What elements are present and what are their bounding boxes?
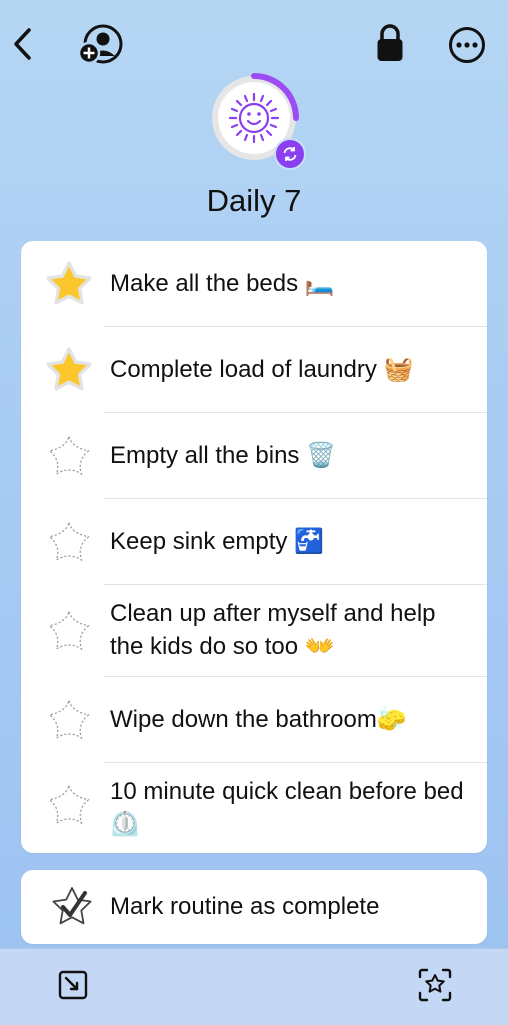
star-checkmark-icon [52,887,92,925]
repeat-badge[interactable] [274,138,306,170]
back-button[interactable] [8,22,38,66]
task-label: 10 minute quick clean before bed ⏲️ [110,778,464,838]
star-filled-icon[interactable] [45,346,93,394]
task-list: Make all the beds 🛏️ Complete load of la… [21,241,487,853]
mark-complete-label: Mark routine as complete [110,893,380,920]
star-filled-icon[interactable] [45,260,93,308]
star-outline-icon[interactable] [45,781,93,829]
star-outline-icon[interactable] [45,607,93,655]
add-user-icon [77,24,123,65]
chevron-left-icon [14,28,31,60]
task-label: Clean up after myself and help the kids … [110,600,436,660]
more-options-button[interactable] [444,22,490,68]
add-user-button[interactable] [76,22,124,66]
task-row[interactable]: Empty all the bins 🗑️ [21,413,487,499]
lock-icon [377,24,403,61]
task-label: Make all the beds 🛏️ [110,270,335,297]
star-outline-icon[interactable] [45,432,93,480]
task-row[interactable]: Keep sink empty 🚰 [21,499,487,585]
star-outline-icon[interactable] [45,696,93,744]
square-arrow-icon [58,970,88,1000]
routine-icon-ring[interactable] [208,72,306,170]
task-label: Wipe down the bathroom🧽 [110,706,407,733]
lock-button[interactable] [370,20,410,66]
task-row[interactable]: Clean up after myself and help the kids … [21,585,487,677]
ellipsis-circle-icon [449,27,485,63]
repeat-icon [283,147,297,161]
task-label: Keep sink empty 🚰 [110,528,324,555]
star-outline-icon[interactable] [45,518,93,566]
task-label: Complete load of laundry 🧺 [110,356,414,383]
mark-complete-button[interactable]: Mark routine as complete [21,870,487,944]
routine-title: Daily 7 [206,183,302,218]
star-scan-button[interactable] [412,963,458,1007]
star-scan-icon [418,968,452,1002]
top-navigation [0,18,508,70]
task-row[interactable]: Wipe down the bathroom🧽 [21,677,487,763]
task-row[interactable]: Complete load of laundry 🧺 [21,327,487,413]
task-label: Empty all the bins 🗑️ [110,442,336,469]
focus-mode-button[interactable] [50,963,96,1007]
task-row[interactable]: Make all the beds 🛏️ [21,241,487,327]
bottom-toolbar [0,948,508,1025]
task-row[interactable]: 10 minute quick clean before bed ⏲️ [21,763,487,853]
